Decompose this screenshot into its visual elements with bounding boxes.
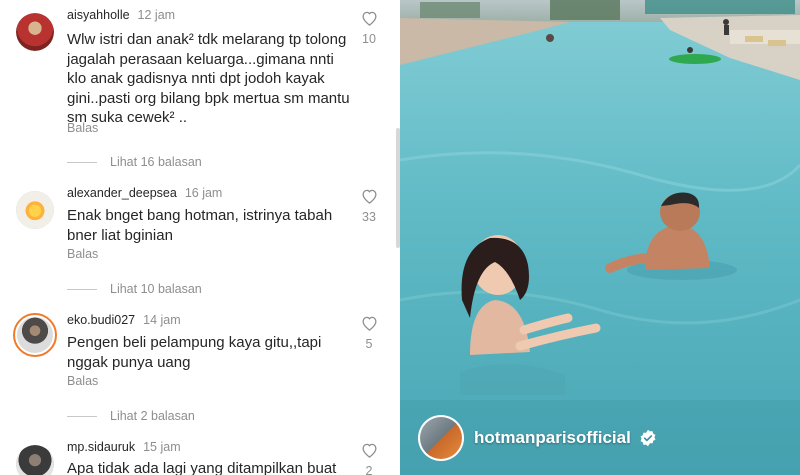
heart-icon bbox=[361, 11, 377, 26]
comment-username[interactable]: alexander_deepsea bbox=[67, 186, 177, 200]
divider-line bbox=[67, 415, 97, 417]
like-button[interactable]: 10 bbox=[359, 10, 379, 46]
heart-icon bbox=[361, 189, 377, 204]
avatar[interactable] bbox=[16, 13, 54, 51]
like-button[interactable]: 33 bbox=[359, 188, 379, 224]
owner-username[interactable]: hotmanparisofficial bbox=[474, 428, 631, 448]
comment-text-line: Apa tidak ada lagi yang ditampilkan buat bbox=[67, 460, 337, 475]
view-replies-button[interactable]: Lihat 2 balasan bbox=[67, 409, 195, 423]
comment-time: 14 jam bbox=[143, 313, 181, 327]
comment-username[interactable]: aisyahholle bbox=[67, 8, 130, 22]
comment-text: Enak bnget bang hotman, istrinya tabah b… bbox=[67, 206, 352, 245]
view-replies-button[interactable]: Lihat 16 balasan bbox=[67, 155, 202, 169]
like-count: 5 bbox=[365, 337, 373, 351]
post-owner[interactable]: hotmanparisofficial bbox=[418, 415, 657, 461]
avatar[interactable] bbox=[13, 313, 57, 357]
reply-button[interactable]: Balas bbox=[67, 121, 98, 135]
view-replies-label: Lihat 2 balasan bbox=[110, 409, 195, 423]
view-replies-button[interactable]: Lihat 10 balasan bbox=[67, 282, 202, 296]
comment-text-line: gini..pasti org bilang bpk mertua sm man… bbox=[67, 89, 350, 107]
reply-button[interactable]: Balas bbox=[67, 374, 98, 388]
heart-icon bbox=[361, 443, 377, 458]
like-count: 2 bbox=[365, 464, 373, 475]
divider-line bbox=[67, 161, 97, 163]
comment-text-line: jagalah perasaan keluarga...gimana nnti bbox=[67, 50, 334, 68]
heart-icon bbox=[361, 316, 377, 331]
divider-line bbox=[67, 288, 97, 290]
verified-badge-icon bbox=[640, 429, 656, 447]
comment-meta: mp.sidauruk 15 jam bbox=[67, 440, 181, 454]
like-count: 33 bbox=[362, 210, 376, 224]
comment-text-line: nggak punya uang bbox=[67, 353, 191, 371]
like-button[interactable]: 2 bbox=[359, 442, 379, 475]
like-count: 10 bbox=[362, 32, 376, 46]
comment-text: Wlw istri dan anak² tdk melarang tp tolo… bbox=[67, 30, 352, 128]
reply-button[interactable]: Balas bbox=[67, 247, 98, 261]
comment-text: Apa tidak ada lagi yang ditampilkan buat bbox=[67, 459, 352, 475]
view-replies-label: Lihat 16 balasan bbox=[110, 155, 202, 169]
comments-panel[interactable]: aisyahholle 12 jam Wlw istri dan anak² td… bbox=[0, 0, 400, 475]
comment-meta: alexander_deepsea 16 jam bbox=[67, 186, 222, 200]
owner-avatar[interactable] bbox=[418, 415, 464, 461]
comment-text-line: Pengen beli pelampung kaya gitu,,tapi bbox=[67, 334, 322, 351]
comment-time: 15 jam bbox=[143, 440, 181, 454]
instagram-post-view: aisyahholle 12 jam Wlw istri dan anak² td… bbox=[0, 0, 800, 475]
comment-text-line: klo anak gadisnya nnti dpt jodoh kayak bbox=[67, 70, 325, 87]
like-button[interactable]: 5 bbox=[359, 315, 379, 351]
comment-text-line: bner liat bginian bbox=[67, 226, 173, 244]
comment-meta: aisyahholle 12 jam bbox=[67, 8, 175, 22]
comment-text-line: sm suka cewek² .. bbox=[67, 109, 188, 126]
comment-username[interactable]: eko.budi027 bbox=[67, 313, 135, 327]
avatar[interactable] bbox=[16, 191, 54, 229]
view-replies-label: Lihat 10 balasan bbox=[110, 282, 202, 296]
post-video[interactable] bbox=[400, 0, 800, 475]
comment-time: 12 jam bbox=[137, 8, 176, 22]
comment-username[interactable]: mp.sidauruk bbox=[67, 440, 135, 454]
comment-time: 16 jam bbox=[184, 186, 223, 200]
comment-text-line: Enak bnget bang hotman, istrinya tabah bbox=[67, 207, 333, 224]
comment-text: Pengen beli pelampung kaya gitu,,tapi ng… bbox=[67, 333, 352, 372]
comment-text-line: Wlw istri dan anak² tdk melarang tp tolo… bbox=[67, 31, 347, 48]
avatar[interactable] bbox=[16, 445, 54, 475]
comment-meta: eko.budi027 14 jam bbox=[67, 313, 181, 327]
pool-scene-image bbox=[400, 0, 800, 475]
